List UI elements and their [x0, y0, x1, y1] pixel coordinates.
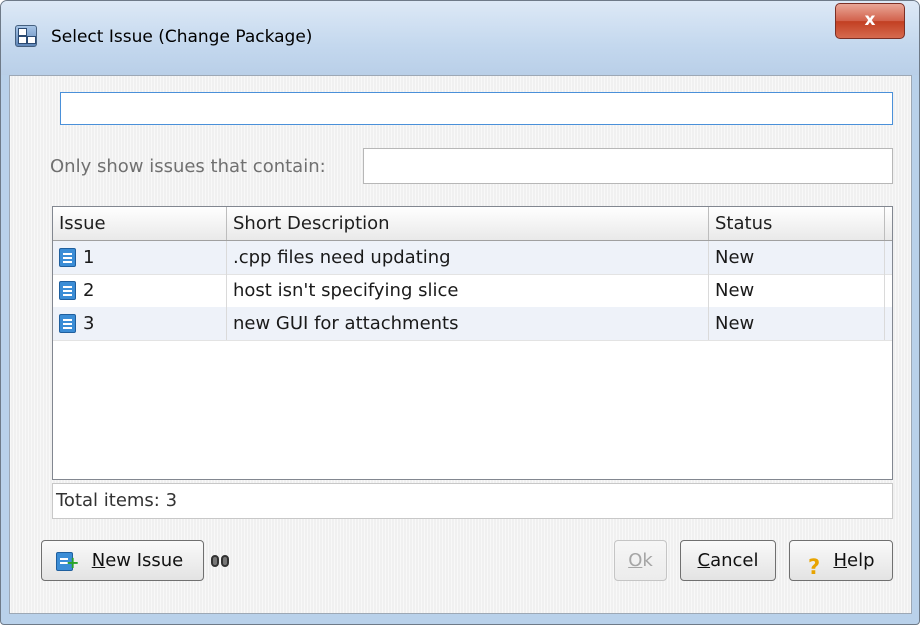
ok-mnemonic: O: [628, 550, 643, 571]
issue-table[interactable]: Issue Short Description Status 1 .cpp fi…: [52, 206, 893, 480]
title-bar[interactable]: Select Issue (Change Package) x: [1, 1, 919, 75]
issue-cell: 1: [53, 241, 227, 274]
issue-document-icon: [59, 248, 76, 267]
help-button[interactable]: ? Help: [789, 540, 893, 581]
new-issue-icon: [56, 543, 79, 582]
filter-label: Only show issues that contain:: [50, 156, 326, 177]
column-header-issue[interactable]: Issue: [53, 207, 227, 240]
issue-number: 3: [83, 313, 95, 334]
issue-cell: 3: [53, 307, 227, 340]
new-issue-mnemonic: N: [91, 550, 106, 571]
help-mnemonic: H: [833, 550, 848, 571]
issue-document-icon: [59, 281, 76, 300]
issue-search-input[interactable]: [60, 92, 893, 125]
ok-label: k: [642, 550, 653, 571]
status-cell: New: [709, 241, 885, 274]
cancel-label: ancel: [710, 550, 759, 571]
total-items-label: Total items: 3: [52, 483, 893, 519]
question-mark-icon: ?: [808, 555, 821, 579]
app-icon: [15, 25, 37, 47]
column-header-description[interactable]: Short Description: [227, 207, 709, 240]
cancel-mnemonic: C: [697, 550, 711, 571]
table-row[interactable]: 2 host isn't specifying slice New: [53, 274, 892, 308]
close-button[interactable]: x: [835, 3, 905, 39]
dialog-body: Only show issues that contain: Issue Sho…: [9, 75, 912, 614]
issue-number: 2: [83, 280, 95, 301]
help-label: elp: [847, 550, 875, 571]
issue-document-icon: [59, 314, 76, 333]
close-icon: x: [864, 10, 876, 30]
description-cell: new GUI for attachments: [227, 307, 709, 340]
description-cell: host isn't specifying slice: [227, 274, 709, 307]
new-issue-button[interactable]: New Issue: [41, 540, 204, 582]
new-issue-label: ew Issue: [105, 550, 184, 571]
status-cell: New: [709, 274, 885, 307]
window-title: Select Issue (Change Package): [51, 27, 313, 47]
table-row[interactable]: 1 .cpp files need updating New: [53, 241, 892, 275]
description-cell: .cpp files need updating: [227, 241, 709, 274]
filter-input[interactable]: [363, 148, 893, 184]
dialog-window: Select Issue (Change Package) x Only sho…: [0, 0, 920, 625]
column-header-status[interactable]: Status: [709, 207, 885, 240]
issue-number: 1: [83, 247, 95, 268]
table-row[interactable]: 3 new GUI for attachments New: [53, 307, 892, 341]
table-header: Issue Short Description Status: [53, 207, 892, 241]
status-cell: New: [709, 307, 885, 340]
cancel-button[interactable]: Cancel: [680, 540, 776, 581]
ok-button[interactable]: Ok: [614, 540, 667, 581]
issue-cell: 2: [53, 274, 227, 307]
binoculars-icon[interactable]: [210, 550, 232, 570]
